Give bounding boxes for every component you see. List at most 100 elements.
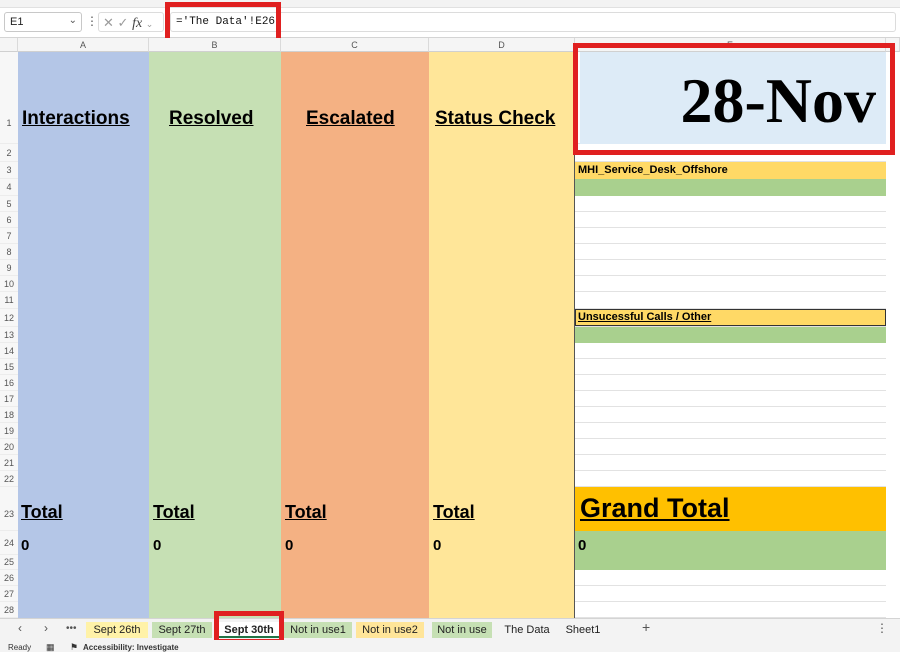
- fx-chevron-down-icon[interactable]: ⌄: [146, 19, 154, 29]
- add-sheet-icon[interactable]: +: [642, 619, 650, 635]
- column-b-fill[interactable]: [149, 52, 281, 618]
- unsuccessful-label: Unsucessful Calls / Other: [578, 311, 712, 323]
- next-sheet-icon[interactable]: ›: [44, 621, 48, 635]
- chevron-down-icon[interactable]: ⌄: [69, 15, 77, 26]
- total-value-c[interactable]: 0: [285, 537, 293, 554]
- total-value-b[interactable]: 0: [153, 537, 161, 554]
- column-c-fill[interactable]: [281, 52, 429, 618]
- formula-bar: E1 ⌄ ⋮ ✕ ✓ fx ⌄ ='The Data'!E26: [0, 8, 900, 38]
- row-header[interactable]: 23: [0, 487, 18, 531]
- gridline: [575, 358, 886, 359]
- unsuccessful-value-cell[interactable]: [575, 327, 886, 343]
- row-header[interactable]: 28: [0, 602, 18, 618]
- grand-total-value-cell[interactable]: [575, 531, 886, 570]
- column-header-b[interactable]: B: [149, 38, 281, 52]
- formula-controls: ✕ ✓ fx ⌄: [98, 12, 164, 32]
- row-header[interactable]: 9: [0, 260, 18, 276]
- gridline: [575, 259, 886, 260]
- prev-sheet-icon[interactable]: ‹: [18, 621, 22, 635]
- sheet-tab[interactable]: Not in use2: [356, 622, 424, 638]
- row-header[interactable]: 25: [0, 555, 18, 570]
- sheet-tab[interactable]: The Data: [499, 622, 555, 638]
- confirm-icon[interactable]: ✓: [118, 15, 129, 30]
- column-header-d[interactable]: D: [429, 38, 575, 52]
- gridline: [575, 211, 886, 212]
- column-header-c[interactable]: C: [281, 38, 429, 52]
- total-label-c[interactable]: Total: [285, 502, 327, 523]
- total-value-a[interactable]: 0: [21, 537, 29, 554]
- sheet-tab[interactable]: Not in use: [432, 622, 492, 638]
- total-label-a[interactable]: Total: [21, 502, 63, 523]
- column-header-a[interactable]: A: [18, 38, 149, 52]
- row-header[interactable]: 12: [0, 309, 18, 327]
- grand-total-value: 0: [578, 537, 587, 554]
- more-sheets-icon[interactable]: •••: [66, 623, 77, 634]
- ribbon-edge: [0, 0, 900, 8]
- gridline: [575, 454, 886, 455]
- accessibility-icon[interactable]: ⚑: [70, 642, 78, 653]
- row-header[interactable]: 19: [0, 423, 18, 439]
- column-a-fill[interactable]: [18, 52, 149, 618]
- select-all-corner[interactable]: [0, 38, 18, 52]
- name-box-value: E1: [10, 16, 24, 28]
- row-header[interactable]: 6: [0, 212, 18, 228]
- gridline: [575, 390, 886, 391]
- column-d-fill[interactable]: [429, 52, 575, 618]
- sheet-tab[interactable]: Sept 26th: [86, 622, 148, 638]
- macro-recorder-icon[interactable]: ▦: [46, 642, 55, 653]
- header-status-check[interactable]: Status Check: [435, 108, 555, 130]
- gridline: [575, 470, 886, 471]
- row-header[interactable]: 20: [0, 439, 18, 455]
- header-resolved[interactable]: Resolved: [169, 108, 253, 130]
- insert-function-icon[interactable]: fx: [132, 16, 142, 31]
- tab-options-icon[interactable]: ⋮: [876, 621, 888, 635]
- grand-total-label: Grand Total: [580, 493, 730, 523]
- gridline: [575, 601, 886, 602]
- total-value-d[interactable]: 0: [433, 537, 441, 554]
- row-header[interactable]: 2: [0, 144, 18, 162]
- gridline: [575, 438, 886, 439]
- total-label-d[interactable]: Total: [433, 502, 475, 523]
- formula-input[interactable]: ='The Data'!E26: [170, 12, 896, 32]
- row-header[interactable]: 21: [0, 455, 18, 471]
- row-header[interactable]: 17: [0, 391, 18, 407]
- row-header[interactable]: 16: [0, 375, 18, 391]
- column-header-e[interactable]: E: [575, 38, 886, 52]
- row-header[interactable]: 7: [0, 228, 18, 244]
- row-header[interactable]: 18: [0, 407, 18, 423]
- header-interactions[interactable]: Interactions: [22, 108, 130, 130]
- gridline: [575, 227, 886, 228]
- more-options-icon[interactable]: ⋮: [86, 14, 98, 28]
- cancel-icon[interactable]: ✕: [103, 15, 114, 30]
- row-header[interactable]: 13: [0, 327, 18, 343]
- row-header[interactable]: 14: [0, 343, 18, 359]
- sheet-tab[interactable]: Sheet1: [562, 622, 604, 638]
- gridline: [575, 406, 886, 407]
- row-header[interactable]: 11: [0, 292, 18, 309]
- service-desk-label: MHI_Service_Desk_Offshore: [578, 164, 728, 176]
- sheet-tab[interactable]: Sept 30th: [219, 622, 279, 638]
- row-header[interactable]: 4: [0, 179, 18, 196]
- row-header[interactable]: 15: [0, 359, 18, 375]
- row-header[interactable]: 8: [0, 244, 18, 260]
- row-header[interactable]: 5: [0, 196, 18, 212]
- date-value: 28-Nov: [680, 65, 876, 136]
- status-ready: Ready: [8, 643, 32, 652]
- total-label-b[interactable]: Total: [153, 502, 195, 523]
- header-escalated[interactable]: Escalated: [306, 108, 395, 130]
- row-header[interactable]: 22: [0, 471, 18, 487]
- sheet-tab[interactable]: Not in use1: [284, 622, 352, 638]
- row-header[interactable]: 3: [0, 162, 18, 179]
- sheet-tab-bar: ‹ › ••• Sept 26th Sept 27th Sept 30th Not i…: [0, 618, 900, 640]
- row-header[interactable]: 27: [0, 586, 18, 602]
- row-header[interactable]: 24: [0, 531, 18, 555]
- sheet-tab[interactable]: Sept 27th: [152, 622, 212, 638]
- name-box[interactable]: E1 ⌄: [4, 12, 82, 32]
- gridline: [575, 275, 886, 276]
- service-desk-value-cell[interactable]: [575, 179, 886, 196]
- row-header[interactable]: 26: [0, 570, 18, 586]
- row-header[interactable]: 10: [0, 276, 18, 292]
- column-header-f[interactable]: [886, 38, 900, 52]
- row-header[interactable]: 1: [0, 52, 18, 144]
- status-accessibility[interactable]: Accessibility: Investigate: [83, 643, 179, 652]
